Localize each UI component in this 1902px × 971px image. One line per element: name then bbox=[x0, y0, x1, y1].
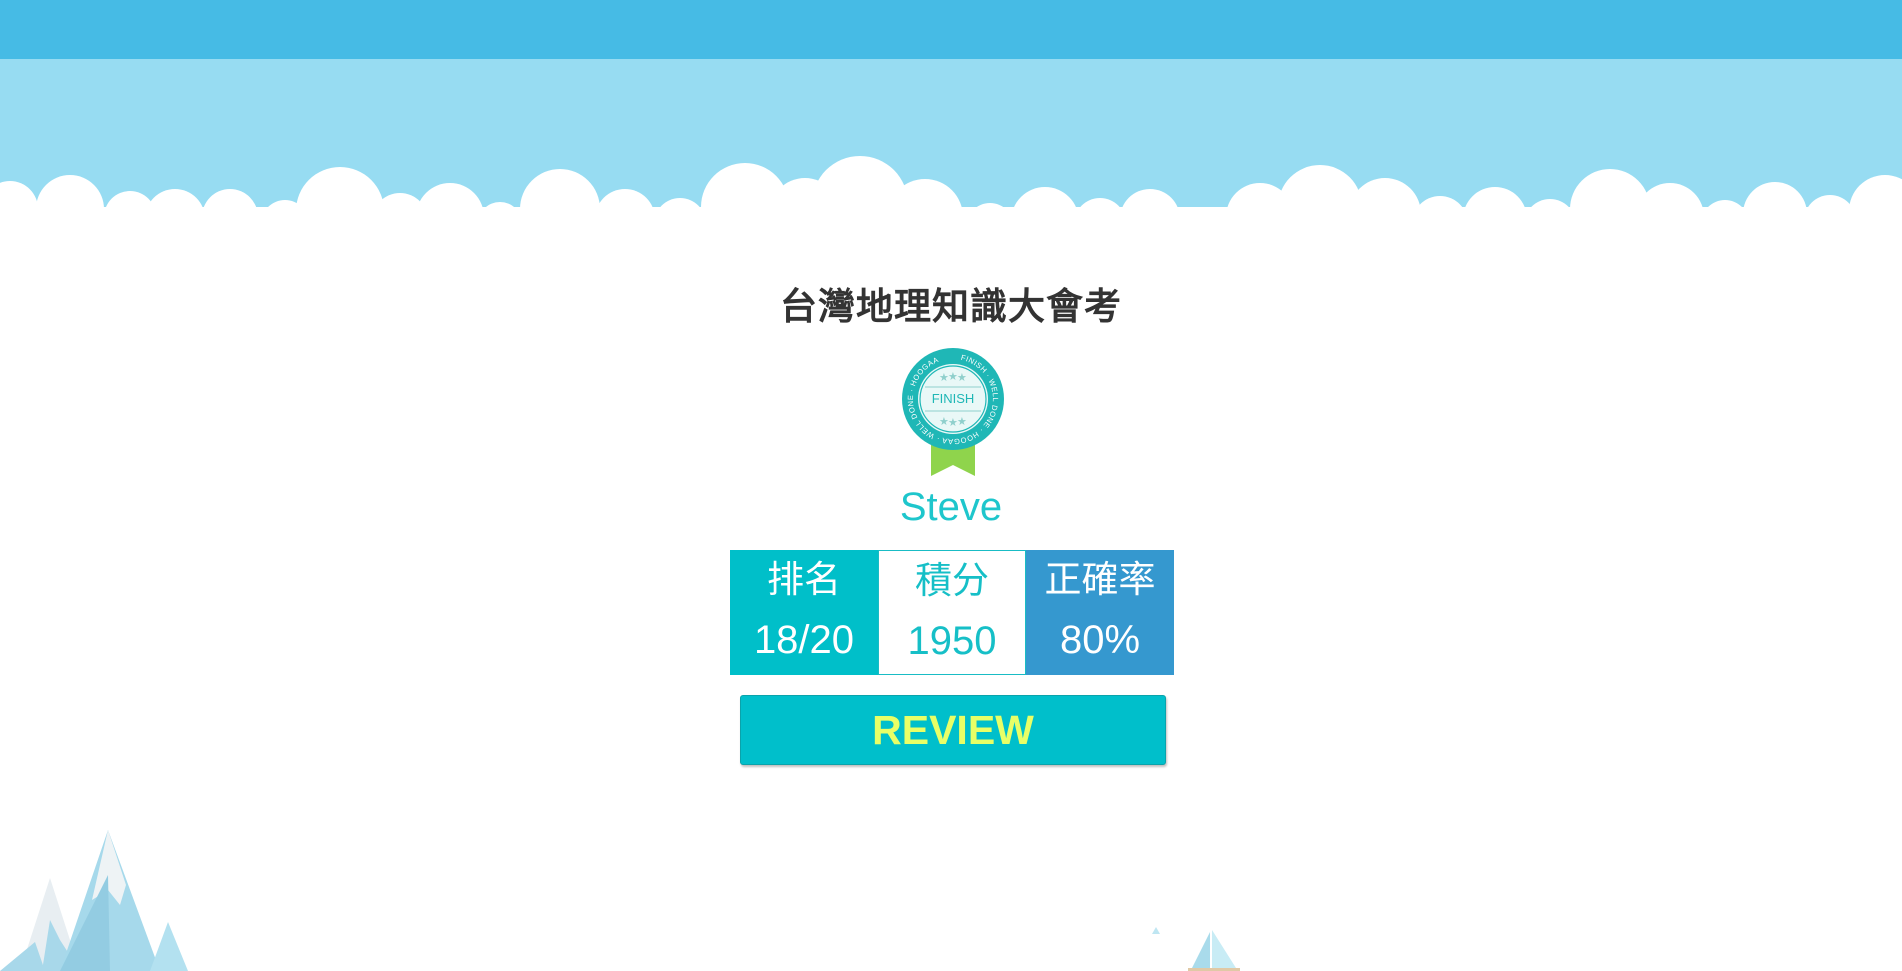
player-name: Steve bbox=[899, 485, 1003, 529]
rank-stat: 排名 18/20 bbox=[730, 550, 878, 675]
svg-text:★: ★ bbox=[957, 371, 967, 384]
accuracy-stat: 正確率 80% bbox=[1026, 550, 1174, 675]
badge-center-text: FINISH bbox=[932, 391, 975, 406]
accuracy-value: 80% bbox=[1059, 618, 1141, 662]
sailboat-decoration bbox=[1152, 927, 1240, 971]
svg-text:★: ★ bbox=[957, 415, 967, 428]
sky-header bbox=[0, 59, 1902, 244]
accuracy-label: 正確率 bbox=[1044, 558, 1156, 601]
rank-label: 排名 bbox=[767, 558, 841, 601]
review-button[interactable]: REVIEW bbox=[740, 695, 1166, 765]
score-stat: 積分 1950 bbox=[878, 550, 1026, 675]
score-value: 1950 bbox=[907, 619, 997, 663]
rank-value: 18/20 bbox=[753, 618, 855, 662]
finish-badge-icon: FINISH · WELL DONE · HOOGAA · WELL DONE … bbox=[897, 343, 1009, 479]
clouds-decoration bbox=[0, 156, 1902, 244]
mountains-decoration bbox=[0, 830, 188, 971]
stats-panel: 排名 18/20 積分 1950 正確率 80% bbox=[730, 550, 1174, 675]
quiz-title: 台灣地理知識大會考 bbox=[780, 285, 1122, 328]
score-label: 積分 bbox=[915, 559, 989, 602]
top-bar bbox=[0, 0, 1902, 59]
